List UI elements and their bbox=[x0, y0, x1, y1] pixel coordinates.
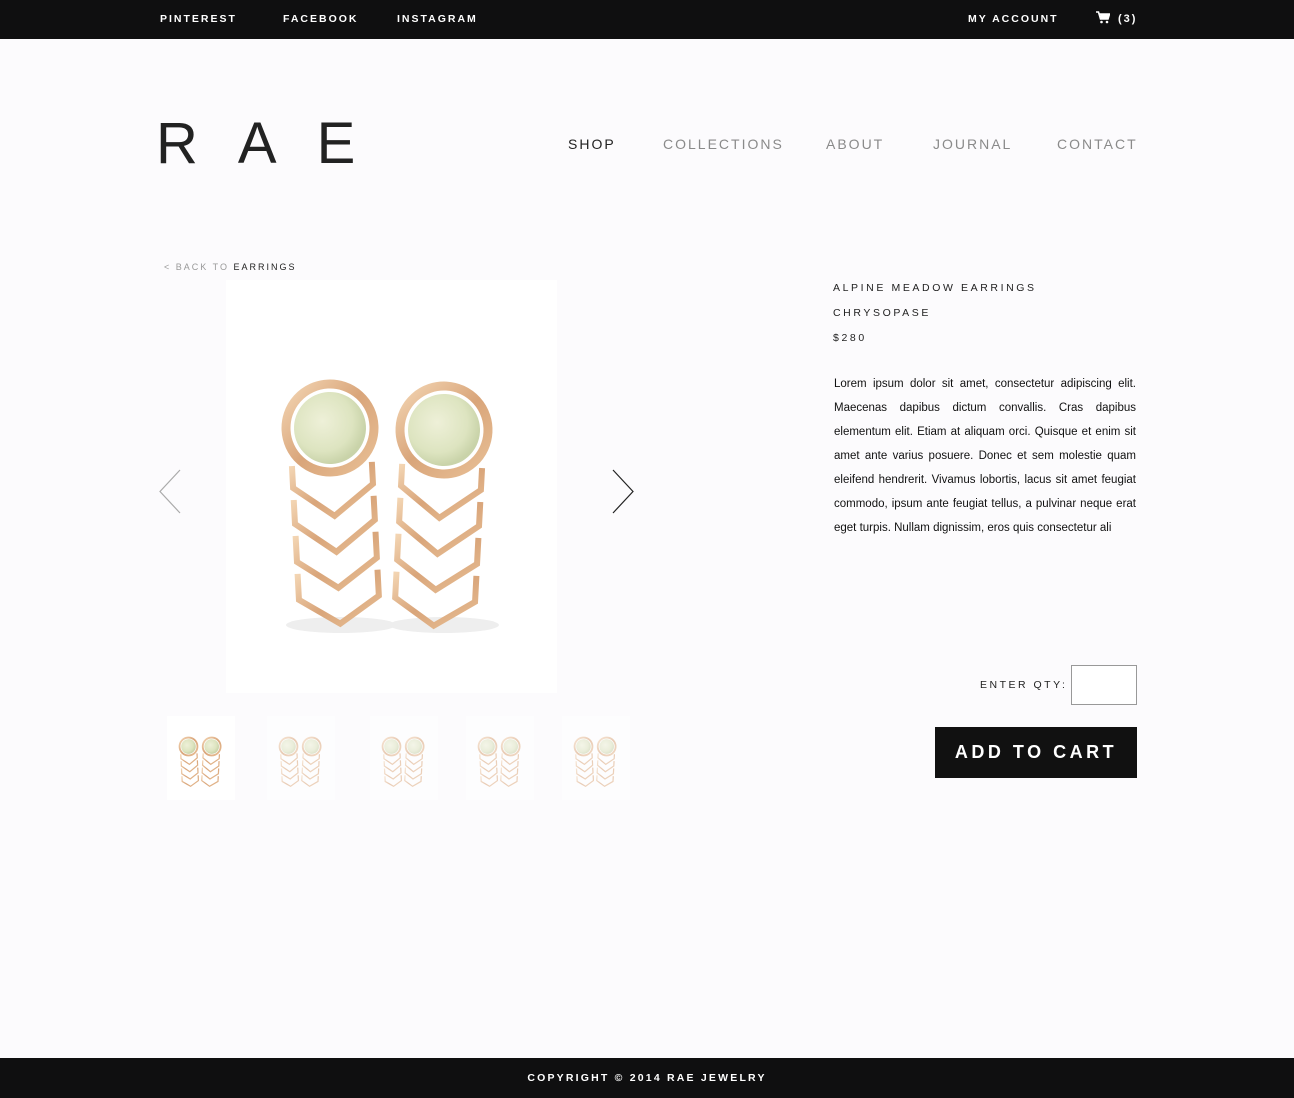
thumbnail-5[interactable] bbox=[562, 716, 630, 800]
product-name: ALPINE MEADOW EARRINGS bbox=[833, 282, 1037, 294]
breadcrumb-back[interactable]: < BACK TO bbox=[164, 262, 229, 272]
nav-about[interactable]: ABOUT bbox=[826, 136, 884, 152]
pinterest-link[interactable]: PINTEREST bbox=[160, 13, 237, 25]
add-to-cart-button[interactable]: ADD TO CART bbox=[935, 727, 1137, 778]
product-main-image bbox=[226, 280, 557, 693]
nav-contact[interactable]: CONTACT bbox=[1057, 136, 1138, 152]
shopping-cart-icon bbox=[1096, 11, 1111, 27]
thumbnail-3[interactable] bbox=[370, 716, 438, 800]
thumbnail-1[interactable] bbox=[167, 716, 235, 800]
footer-copyright: COPYRIGHT © 2014 RAE JEWELRY bbox=[527, 1072, 767, 1084]
instagram-link[interactable]: INSTAGRAM bbox=[397, 13, 478, 25]
cart-count: (3) bbox=[1118, 13, 1138, 25]
chevron-right-icon[interactable] bbox=[611, 469, 635, 519]
qty-label: ENTER QTY: bbox=[980, 679, 1068, 691]
qty-input[interactable] bbox=[1071, 665, 1137, 705]
nav-journal[interactable]: JOURNAL bbox=[933, 136, 1012, 152]
product-price: $280 bbox=[833, 332, 867, 344]
facebook-link[interactable]: FACEBOOK bbox=[283, 13, 359, 25]
product-description: Lorem ipsum dolor sit amet, consectetur … bbox=[834, 378, 1136, 534]
thumbnail-4[interactable] bbox=[466, 716, 534, 800]
product-stone: CHRYSOPASE bbox=[833, 307, 931, 319]
earrings-image bbox=[226, 280, 499, 633]
chevron-left-icon[interactable] bbox=[158, 469, 182, 519]
footer: COPYRIGHT © 2014 RAE JEWELRY bbox=[0, 1058, 1294, 1098]
breadcrumb[interactable]: < BACK TO EARRINGS bbox=[164, 262, 296, 272]
top-bar: PINTEREST FACEBOOK INSTAGRAM MY ACCOUNT … bbox=[0, 0, 1294, 39]
nav-shop[interactable]: SHOP bbox=[568, 136, 616, 152]
brand-logo[interactable]: RAE bbox=[156, 114, 395, 174]
thumbnail-2[interactable] bbox=[267, 716, 335, 800]
my-account-link[interactable]: MY ACCOUNT bbox=[968, 13, 1059, 25]
breadcrumb-category[interactable]: EARRINGS bbox=[233, 262, 296, 272]
nav-collections[interactable]: COLLECTIONS bbox=[663, 136, 784, 152]
cart-button[interactable]: (3) bbox=[1096, 11, 1137, 27]
